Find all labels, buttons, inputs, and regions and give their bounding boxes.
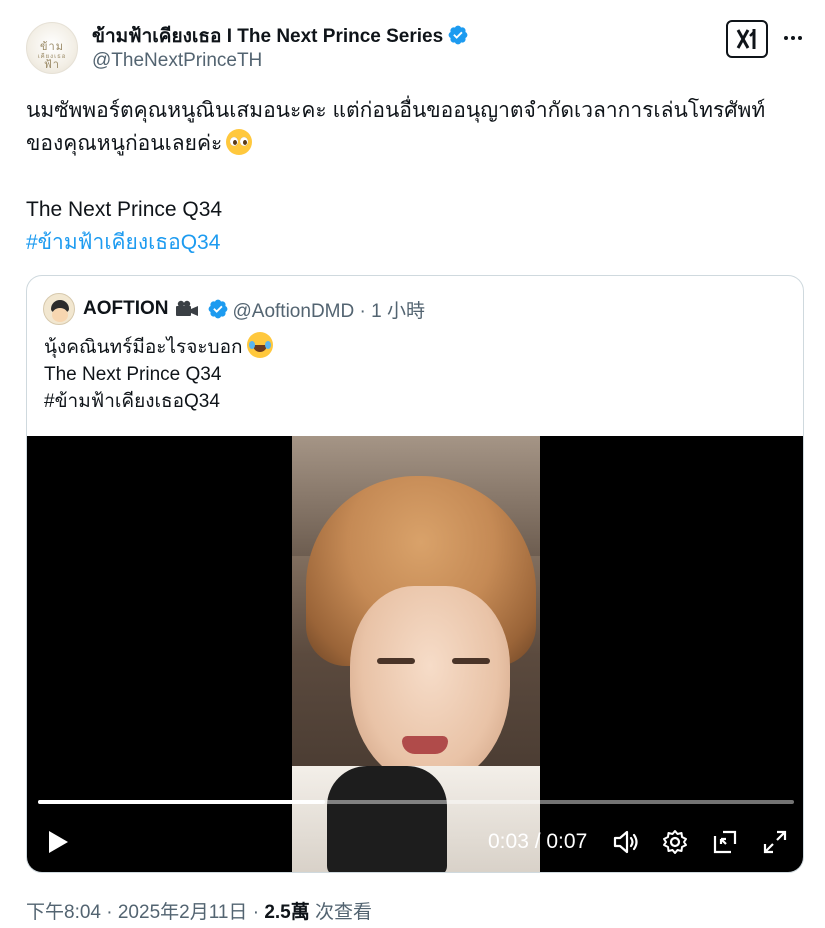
video-player[interactable]: 0:03 / 0:07 — [27, 436, 803, 872]
avatar-logo-subtext: เคียงเธอ — [37, 53, 67, 60]
quoted-author-handle-time[interactable]: @AoftionDMD · 1 小時 — [233, 296, 425, 323]
quoted-line-1: นุ้งคณินทร์มีอะไรจะบอก — [44, 337, 243, 358]
grok-button[interactable] — [726, 20, 768, 58]
tears-of-joy-emoji-icon — [246, 332, 273, 358]
quoted-tweet-text: นุ้งคณินทร์มีอะไรจะบอก The Next Prince Q… — [44, 332, 273, 415]
video-camera-emoji-icon — [175, 300, 198, 316]
tweet-meta: 下午8:04 · 2025年2月11日 · 2.5萬 次查看 — [26, 897, 372, 924]
pip-icon[interactable] — [711, 828, 739, 856]
tweet-header: ข้ามฟ้า เคียงเธอ ข้ามฟ้าเคียงเธอ I The N… — [26, 18, 806, 78]
quoted-line-3: #ข้ามฟ้าเคียงเธอQ34 — [44, 391, 220, 412]
quoted-author-avatar[interactable] — [43, 293, 75, 325]
video-progress-fill — [38, 800, 326, 804]
grok-icon — [736, 29, 756, 49]
view-count-label: 次查看 — [309, 902, 373, 923]
quoted-verified-badge-icon — [208, 299, 227, 319]
quoted-line-1-wrap: นุ้งคณินทร์มีอะไรจะบอก — [44, 332, 273, 361]
video-frame — [292, 436, 540, 872]
tweet-line-1: นมซัพพอร์ตคุณหนูณินเสมอนะคะ แต่ก่อนอื่นข… — [26, 99, 766, 122]
more-icon[interactable] — [778, 26, 808, 50]
quoted-line-2: The Next Prince Q34 — [44, 364, 222, 385]
tweet-text: นมซัพพอร์ตคุณหนูณินเสมอนะคะ แต่ก่อนอื่นข… — [26, 94, 816, 259]
video-progress-bar[interactable] — [38, 800, 794, 804]
author-name[interactable]: ข้ามฟ้าเคียงเธอ I The Next Prince Series — [92, 21, 469, 51]
tweet-timestamp[interactable]: 下午8:04 · 2025年2月11日 · — [26, 902, 264, 923]
verified-badge-icon — [448, 25, 468, 45]
author-avatar[interactable]: ข้ามฟ้า เคียงเธอ — [26, 22, 78, 74]
video-time: 0:03 / 0:07 — [488, 830, 588, 853]
author-handle[interactable]: @TheNextPrinceTH — [92, 50, 262, 72]
play-icon[interactable] — [45, 829, 71, 855]
author-name-text[interactable]: ข้ามฟ้าเคียงเธอ I The Next Prince Series — [92, 26, 443, 47]
quoted-tweet-header: AOFTION @AoftionDMD · 1 小時 — [43, 293, 425, 325]
volume-icon[interactable] — [612, 828, 640, 856]
settings-icon[interactable] — [661, 828, 689, 856]
view-count: 2.5萬 — [264, 902, 310, 923]
tweet-line-2-wrap: ของคุณหนูก่อนเลยค่ะ — [26, 127, 816, 160]
fullscreen-icon[interactable] — [761, 828, 789, 856]
pleading-face-emoji-icon — [226, 129, 253, 155]
tweet-line-2: ของคุณหนูก่อนเลยค่ะ — [26, 132, 223, 155]
quoted-author-name[interactable]: AOFTION — [83, 298, 169, 320]
tweet-line-3: The Next Prince Q34 — [26, 198, 223, 221]
quoted-tweet-card[interactable]: AOFTION @AoftionDMD · 1 小時 นุ้งคณินทร์มี… — [26, 275, 804, 873]
tweet-hashtag-link[interactable]: #ข้ามฟ้าเคียงเธอQ34 — [26, 226, 816, 259]
